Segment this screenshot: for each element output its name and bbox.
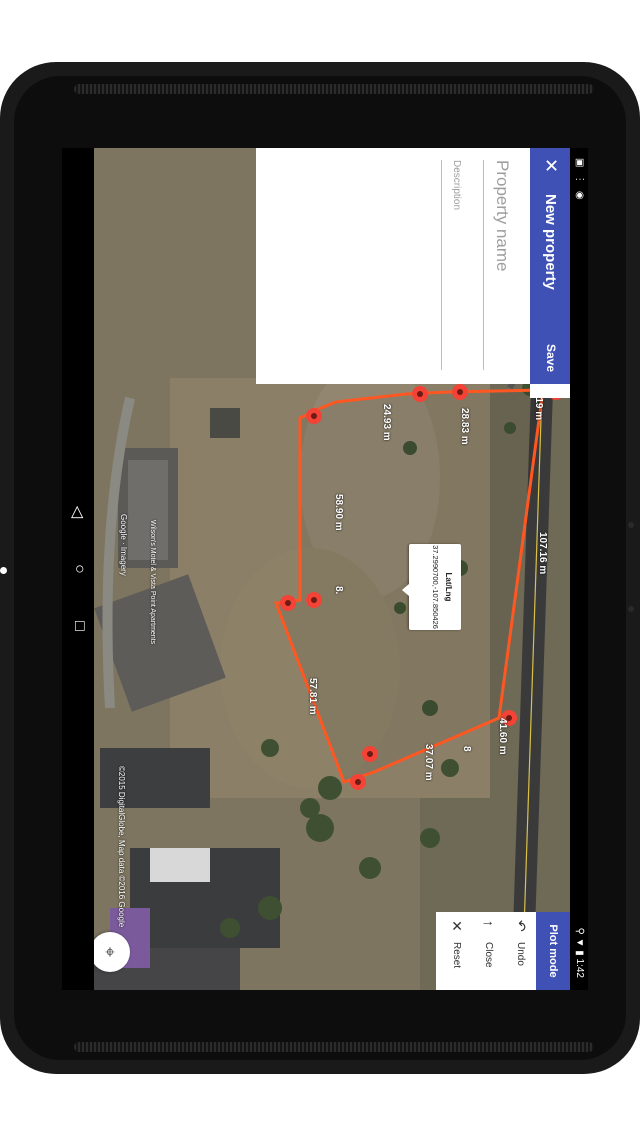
close-polygon-button[interactable]: ↑ Close (472, 912, 504, 990)
close-icon: ✕ (449, 920, 465, 932)
distance-label: 41.60 m (497, 718, 508, 755)
close-icon[interactable]: ✕ (540, 158, 561, 173)
save-button[interactable]: Save (544, 344, 558, 372)
speaker-grille-bottom (74, 1042, 594, 1052)
latlng-info-window[interactable]: Lat/Lng 37.2990700,-107.850426 (409, 544, 461, 630)
distance-label: 8. (333, 586, 344, 595)
status-icons-right: ⚲ ▼ ▮ 1:42 (574, 927, 585, 978)
poi-label[interactable]: Wilson's Motel & Vista Point Apartments (149, 520, 156, 644)
reset-label: Reset (451, 942, 462, 969)
info-window-value: 37.2990700,-107.850426 (431, 545, 440, 629)
reset-button[interactable]: ✕ Reset (440, 912, 472, 990)
field-underline (441, 160, 442, 370)
field-underline (483, 160, 484, 370)
appbar-edge (530, 384, 570, 398)
distance-label: 37.07 m (423, 744, 434, 781)
undo-icon: ↶ (513, 920, 529, 932)
app-canvas: ▣ ⋮ ◉ ⚲ ▼ ▮ 1:42 11.19 m 28.83 m 24.93 m… (62, 148, 588, 990)
plot-mode-header: Plot mode (536, 912, 570, 990)
undo-label: Undo (515, 942, 526, 966)
app-bar: ✕ New property Save (530, 148, 570, 384)
property-form: Property name Description (256, 148, 530, 384)
undo-button[interactable]: ↶ Undo (504, 912, 536, 990)
status-icons-left: ▣ ⋮ ◉ (574, 158, 585, 202)
page-title: New property (542, 194, 559, 290)
arrow-up-icon: ↑ (481, 920, 497, 927)
info-window-pointer (402, 584, 409, 596)
map-copyright: ©2015 DigitalGlobe, Map data ©2016 Googl… (117, 766, 126, 928)
distance-label: 57.81 m (307, 678, 318, 715)
home-icon[interactable]: ○ (70, 557, 88, 581)
my-location-button[interactable]: ⌖ (90, 932, 130, 972)
plot-mode-panel: Plot mode ↶ Undo ↑ Close ✕ Reset (436, 912, 570, 990)
property-name-field[interactable]: Property name (492, 160, 512, 370)
screen: ▣ ⋮ ◉ ⚲ ▼ ▮ 1:42 11.19 m 28.83 m 24.93 m… (62, 148, 588, 990)
distance-label: 24.93 m (381, 404, 392, 441)
speaker-grille-top (74, 84, 594, 94)
navigation-bar: ◁ ○ □ (62, 148, 94, 990)
distance-label: 107.16 m (537, 532, 548, 575)
info-window-title: Lat/Lng (444, 572, 453, 602)
back-icon[interactable]: ◁ (68, 500, 88, 524)
side-sensor (628, 522, 634, 528)
side-sensor-2 (628, 606, 634, 612)
google-attribution: Google · Imagery (119, 514, 128, 576)
camera-indicator (0, 567, 7, 574)
close-label: Close (483, 942, 494, 968)
distance-label: 58.90 m (333, 494, 344, 531)
status-bar: ▣ ⋮ ◉ ⚲ ▼ ▮ 1:42 (570, 148, 588, 990)
description-field[interactable]: Description (451, 160, 462, 370)
crosshair-icon: ⌖ (100, 946, 120, 958)
distance-label: 8 (461, 746, 472, 752)
distance-label: 28.83 m (459, 408, 470, 445)
recents-icon[interactable]: □ (70, 614, 88, 638)
